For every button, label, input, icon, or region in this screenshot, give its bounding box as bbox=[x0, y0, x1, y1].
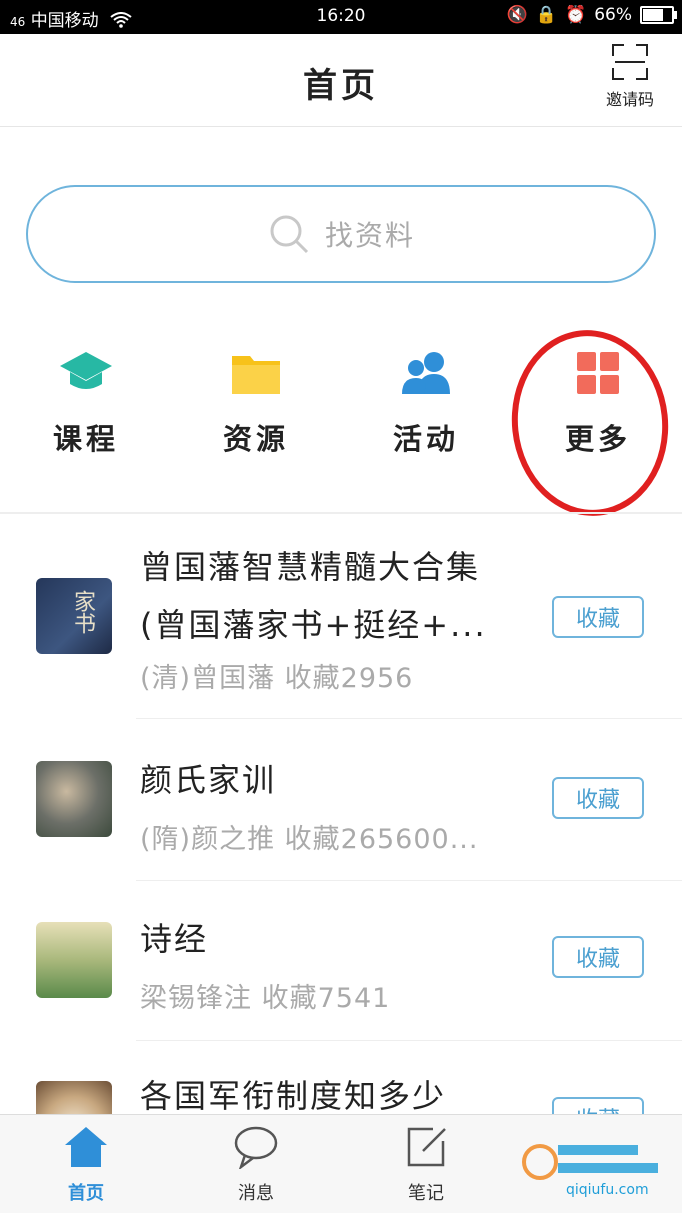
list-item[interactable]: 颜氏家训 (隋)颜之推 收藏265600... 收藏 bbox=[0, 719, 682, 881]
alarm-icon: ⏰ bbox=[565, 5, 587, 25]
nav-course-label: 课程 bbox=[52, 422, 119, 456]
invite-code-button[interactable]: 邀请码 bbox=[598, 44, 662, 110]
cover-title: 家书 bbox=[70, 590, 95, 634]
search-icon bbox=[270, 215, 309, 254]
tab-messages-label: 消息 bbox=[238, 1183, 274, 1204]
item-title-line2: (曾国藩家书+挺经+... bbox=[140, 606, 487, 644]
page-title: 首页 bbox=[303, 66, 379, 106]
chat-bubble-icon bbox=[234, 1126, 278, 1171]
status-bar: 46 中国移动 16:20 🔇 🔒 ⏰ 66% bbox=[0, 0, 682, 34]
site-watermark: qiqiufu.com bbox=[518, 1132, 668, 1202]
item-subtitle: 梁锡锋注 收藏7541 bbox=[140, 983, 391, 1014]
list-item[interactable]: 家书 曾国藩智慧精髓大合集 (曾国藩家书+挺经+... (清)曾国藩 收藏295… bbox=[0, 514, 682, 719]
tab-notes-label: 笔记 bbox=[408, 1183, 444, 1204]
item-title: 曾国藩智慧精髓大合集 bbox=[140, 548, 481, 586]
item-title: 颜氏家训 bbox=[140, 761, 277, 799]
note-edit-icon bbox=[407, 1127, 446, 1167]
tab-home-label: 首页 bbox=[68, 1183, 104, 1204]
app-header: 首页 邀请码 bbox=[0, 34, 682, 127]
tab-home[interactable]: 首页 bbox=[36, 1125, 136, 1205]
invite-code-label: 邀请码 bbox=[605, 90, 654, 109]
collect-button[interactable]: 收藏 bbox=[552, 596, 644, 638]
collect-button[interactable]: 收藏 bbox=[552, 777, 644, 819]
list-item[interactable]: 诗经 梁锡锋注 收藏7541 收藏 bbox=[0, 880, 682, 1041]
nav-activity-label: 活动 bbox=[392, 422, 459, 456]
book-cover-thumbnail bbox=[36, 922, 112, 998]
collect-button[interactable]: 收藏 bbox=[552, 936, 644, 978]
list-item[interactable]: 各国军衔制度知多少 收藏 bbox=[0, 1041, 682, 1157]
nav-resource-label: 资源 bbox=[222, 422, 289, 456]
tab-notes[interactable]: 笔记 bbox=[376, 1125, 476, 1205]
item-title: 诗经 bbox=[140, 920, 209, 958]
battery-icon bbox=[640, 6, 677, 24]
search-placeholder: 找资料 bbox=[324, 219, 415, 252]
item-title: 各国军衔制度知多少 bbox=[140, 1077, 447, 1115]
tab-messages[interactable]: 消息 bbox=[206, 1125, 306, 1205]
search-bar[interactable]: 找资料 bbox=[26, 185, 656, 283]
nav-activity[interactable]: 活动 bbox=[366, 350, 486, 458]
scan-icon bbox=[612, 44, 648, 80]
home-icon bbox=[65, 1127, 107, 1167]
book-cover-thumbnail: 家书 bbox=[36, 578, 112, 654]
graduation-cap-icon bbox=[60, 352, 112, 389]
users-icon bbox=[402, 352, 450, 394]
battery-percent: 66% bbox=[594, 5, 632, 25]
mute-icon: 🔇 bbox=[506, 5, 528, 25]
item-subtitle: (清)曾国藩 收藏2956 bbox=[140, 663, 414, 694]
folder-icon bbox=[232, 356, 280, 394]
book-cover-thumbnail bbox=[36, 761, 112, 837]
lock-rotation-icon: 🔒 bbox=[535, 5, 558, 25]
item-subtitle: (隋)颜之推 收藏265600... bbox=[140, 824, 479, 855]
watermark-text: qiqiufu.com bbox=[566, 1182, 649, 1198]
nav-resource[interactable]: 资源 bbox=[196, 350, 316, 458]
nav-course[interactable]: 课程 bbox=[26, 350, 146, 458]
